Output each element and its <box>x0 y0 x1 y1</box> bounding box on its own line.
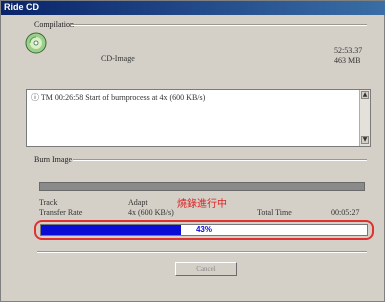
cd-disc-icon <box>25 32 47 54</box>
progress-percent: 43% <box>195 225 212 234</box>
progress-bar: 43% <box>40 224 368 236</box>
transfer-rate-label: Transfer Rate <box>39 208 83 217</box>
window-title: Ride CD <box>4 2 40 12</box>
burn-groove <box>73 159 367 161</box>
log-box[interactable]: ⓘ TM 00:26:58 Start of burnprocess at 4x… <box>26 89 371 147</box>
scroll-down-icon[interactable]: ▼ <box>361 136 369 144</box>
compilation-label: Compilation <box>34 20 74 29</box>
total-time-value: 00:05:27 <box>331 208 360 217</box>
log-line: ⓘ TM 00:26:58 Start of burnprocess at 4x… <box>31 93 206 102</box>
title-bar: Ride CD <box>1 1 385 15</box>
cancel-button[interactable]: Cancel <box>175 262 237 276</box>
scroll-up-icon[interactable]: ▲ <box>361 91 369 99</box>
burning-status-text: 燒錄進行中 <box>177 199 227 210</box>
buffer-bar <box>39 182 365 191</box>
track-label: Track <box>39 198 58 207</box>
log-scrollbar[interactable]: ▲ ▼ <box>359 90 370 146</box>
transfer-rate-value: 4x (600 KB/s) <box>128 208 174 217</box>
compilation-groove <box>71 24 367 26</box>
burn-dialog-window: Ride CD Compilation CD-Image 52:53.37 46… <box>0 0 385 302</box>
total-time-label: Total Time <box>257 208 292 217</box>
burn-label: Burn Image <box>34 155 72 164</box>
compilation-time: 52:53.37 <box>334 46 363 55</box>
track-value: Adapt <box>128 198 148 207</box>
bottom-divider <box>37 251 367 253</box>
source-label: CD-Image <box>101 54 135 63</box>
compilation-size: 463 MB <box>334 56 361 65</box>
